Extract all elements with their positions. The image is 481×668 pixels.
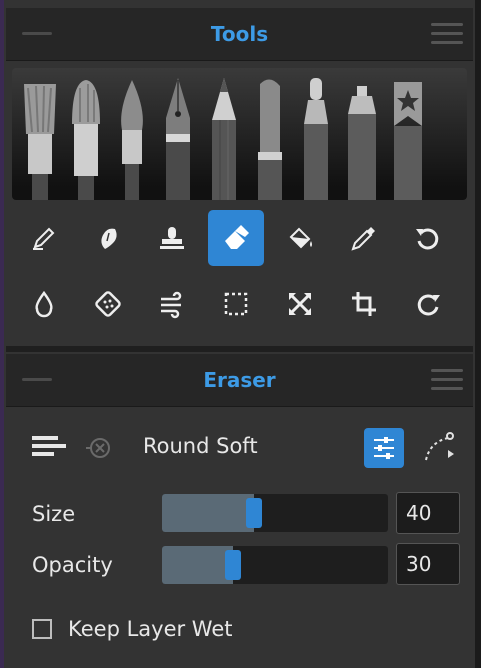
pointed-brush-icon[interactable] (112, 74, 150, 200)
felt-pen-icon[interactable] (296, 74, 334, 200)
texture-sponge-icon[interactable] (80, 276, 136, 332)
fountain-pen-icon[interactable] (158, 74, 196, 200)
brush-settings-button[interactable] (364, 428, 404, 468)
marker-icon[interactable] (250, 74, 288, 200)
sliders-icon (374, 437, 394, 459)
eraser-panel-header: Eraser (6, 354, 473, 407)
window-edge (475, 0, 481, 668)
crop-icon[interactable] (336, 276, 392, 332)
eraser-icon[interactable] (208, 210, 264, 266)
opacity-slider-fill (162, 546, 233, 584)
panel-divider (6, 346, 473, 352)
ink-pen-icon[interactable] (16, 210, 72, 266)
undo-icon[interactable] (400, 210, 456, 266)
wind-icon[interactable] (144, 276, 200, 332)
size-label: Size (32, 502, 76, 526)
menu-icon[interactable] (431, 23, 463, 45)
keep-layer-wet-label[interactable]: Keep Layer Wet (68, 617, 232, 641)
size-slider-fill (162, 494, 254, 532)
eraser-panel-title: Eraser (203, 368, 276, 392)
preset-list-icon[interactable] (32, 436, 66, 458)
eyedropper-icon[interactable] (336, 210, 392, 266)
spray-can-icon[interactable] (342, 74, 380, 200)
round-brush-icon[interactable] (66, 74, 104, 200)
size-slider-thumb[interactable] (246, 498, 262, 528)
size-slider[interactable] (162, 494, 388, 532)
transform-icon[interactable] (272, 276, 328, 332)
keep-layer-wet-checkbox[interactable] (32, 619, 52, 639)
pencil-icon[interactable] (204, 74, 242, 200)
water-drop-icon[interactable] (16, 276, 72, 332)
fill-bucket-icon[interactable] (272, 210, 328, 266)
clear-preset-icon[interactable] (84, 434, 112, 462)
opacity-slider-thumb[interactable] (225, 550, 241, 580)
wide-brush-icon[interactable] (20, 74, 58, 200)
brush-strip (12, 68, 467, 200)
menu-icon[interactable] (431, 369, 463, 391)
preset-name[interactable]: Round Soft (143, 434, 258, 458)
tools-panel-title: Tools (210, 22, 269, 46)
opacity-label: Opacity (32, 553, 113, 577)
opacity-slider[interactable] (162, 546, 388, 584)
opacity-value-field[interactable]: 30 (396, 543, 460, 585)
stamp-icon[interactable] (144, 210, 200, 266)
bookmark-star-icon[interactable] (388, 74, 426, 200)
tools-panel-header: Tools (6, 8, 473, 61)
redo-icon[interactable] (400, 276, 456, 332)
size-value-field[interactable]: 40 (396, 492, 460, 534)
stroke-path-icon[interactable] (418, 428, 458, 468)
smudge-icon[interactable] (80, 210, 136, 266)
selection-icon[interactable] (208, 276, 264, 332)
